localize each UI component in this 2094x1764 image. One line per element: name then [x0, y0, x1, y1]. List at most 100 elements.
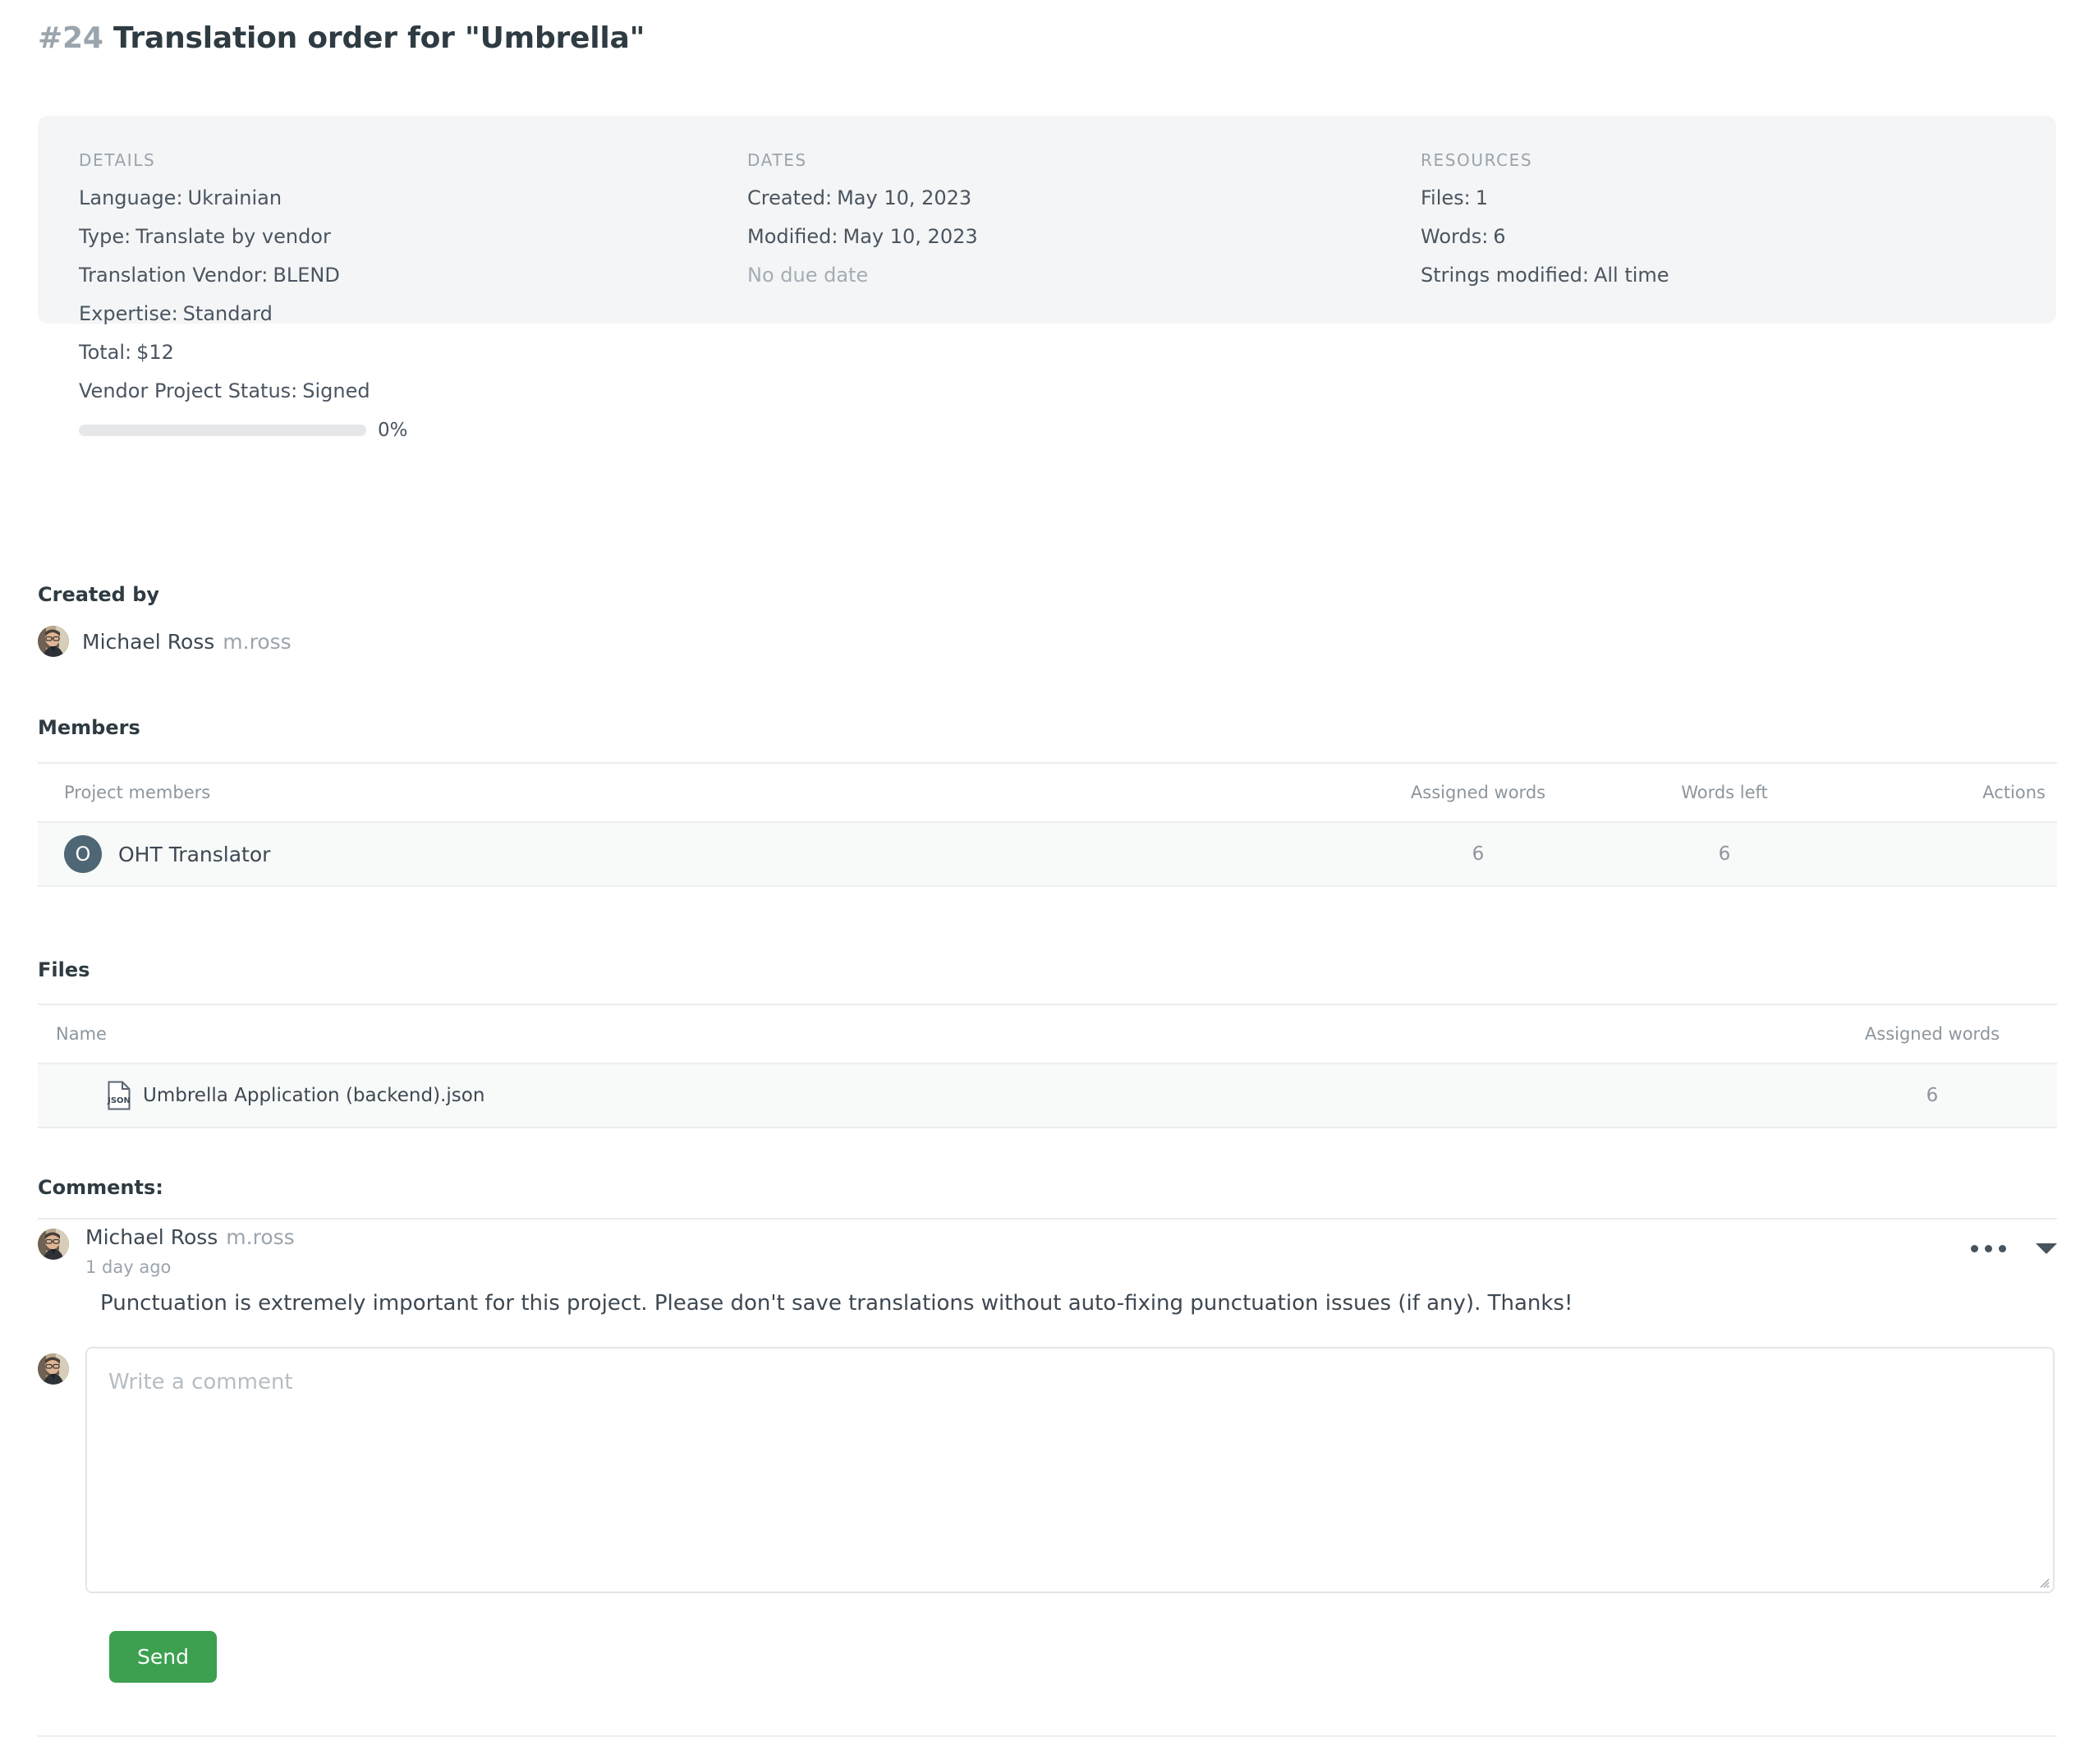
date-modified-key: Modified:: [747, 225, 838, 248]
members-col-assigned-words: Assigned words: [1410, 783, 1546, 802]
progress-bar: [79, 425, 366, 436]
files-col-name: Name: [56, 1024, 107, 1044]
date-created: Created: May 10, 2023: [747, 188, 1385, 208]
resource-words-key: Words:: [1421, 225, 1489, 248]
comment-input-placeholder: Write a comment: [108, 1370, 293, 1394]
detail-vendor-value: BLEND: [273, 264, 340, 287]
avatar: [38, 1229, 69, 1260]
avatar-photo-icon: [38, 1229, 69, 1260]
ellipsis-icon[interactable]: [1971, 1245, 2006, 1252]
resources-column: RESOURCES Files: 1 Words: 6 Strings modifi…: [1385, 116, 2056, 324]
no-due-date: No due date: [747, 264, 869, 287]
detail-expertise-key: Expertise:: [79, 302, 178, 325]
detail-vendor-project-status: Vendor Project Status: Signed: [79, 381, 711, 401]
date-created-key: Created:: [747, 186, 833, 209]
send-button[interactable]: Send: [109, 1631, 217, 1683]
avatar: [38, 1353, 69, 1385]
comments-label: Comments:: [38, 1176, 163, 1199]
dates-column: DATES Created: May 10, 2023 Modified: May …: [711, 116, 1385, 324]
json-file-icon: JSON: [107, 1081, 131, 1110]
comment-meta: Michael Ross m.ross 1 day ago: [85, 1225, 295, 1277]
file-assigned-words: 6: [1926, 1085, 1939, 1106]
resize-handle-icon[interactable]: [2038, 1577, 2050, 1588]
avatar-photo-icon: [38, 1353, 69, 1385]
comment-text: Punctuation is extremely important for t…: [100, 1291, 1573, 1316]
page-title: #24 Translation order for "Umbrella": [38, 21, 645, 55]
detail-vendor-project-status-key: Vendor Project Status:: [79, 379, 298, 402]
comment-author-handle: m.ross: [226, 1225, 295, 1249]
member-cell-name: O OHT Translator: [38, 835, 1355, 873]
detail-expertise-value: Standard: [182, 302, 273, 325]
chevron-down-icon[interactable]: [2036, 1243, 2057, 1254]
detail-expertise: Expertise: Standard: [79, 304, 711, 324]
progress-row: 0%: [79, 420, 711, 441]
page-bottom-divider: [38, 1735, 2057, 1737]
members-table: Project members Assigned words Words lef…: [38, 762, 2057, 887]
detail-type-value: Translate by vendor: [135, 225, 331, 248]
comment-item: Michael Ross m.ross 1 day ago Punctuation…: [38, 1225, 2057, 1317]
avatar-photo-icon: [38, 626, 69, 657]
detail-vendor-key: Translation Vendor:: [79, 264, 269, 287]
detail-total: Total: $12: [79, 342, 711, 362]
detail-total-value: $12: [136, 341, 174, 364]
member-words-left: 6: [1718, 843, 1731, 865]
resource-files: Files: 1: [1421, 188, 2056, 208]
members-label: Members: [38, 716, 140, 739]
order-title: Translation order for "Umbrella": [113, 21, 645, 55]
member-initial-avatar: O: [64, 835, 102, 873]
avatar: [38, 626, 69, 657]
files-col-assigned-words: Assigned words: [1864, 1024, 2000, 1044]
members-col-actions: Actions: [1982, 783, 2046, 802]
date-created-value: May 10, 2023: [837, 186, 972, 209]
resource-files-key: Files:: [1421, 186, 1471, 209]
resources-heading: RESOURCES: [1421, 150, 1533, 170]
files-table: Name Assigned words JSON Umbrella Applic…: [38, 1004, 2057, 1128]
svg-text:JSON: JSON: [107, 1096, 131, 1105]
order-info-panel: DETAILS Language: Ukrainian Type: Translat…: [38, 116, 2056, 441]
table-row[interactable]: JSON Umbrella Application (backend).json…: [38, 1064, 2057, 1128]
members-table-header: Project members Assigned words Words lef…: [38, 762, 2057, 823]
comment-author-name: Michael Ross: [85, 1225, 218, 1249]
date-modified-value: May 10, 2023: [843, 225, 978, 248]
details-column: DETAILS Language: Ukrainian Type: Translat…: [38, 116, 711, 441]
progress-percent-label: 0%: [378, 420, 408, 441]
member-assigned-words: 6: [1472, 843, 1485, 865]
created-by-handle: m.ross: [223, 629, 292, 654]
file-name[interactable]: Umbrella Application (backend).json: [143, 1085, 484, 1106]
created-by-label: Created by: [38, 583, 160, 606]
order-number: #24: [38, 21, 103, 55]
files-table-header: Name Assigned words: [38, 1004, 2057, 1064]
comment-composer: Write a comment: [38, 1347, 2057, 1593]
detail-vendor-project-status-value: Signed: [302, 379, 370, 402]
created-by-name: Michael Ross: [82, 629, 215, 654]
created-by-user[interactable]: Michael Ross m.ross: [38, 626, 292, 657]
detail-language-key: Language:: [79, 186, 183, 209]
resource-strings-modified-value: All time: [1593, 264, 1669, 287]
detail-type: Type: Translate by vendor: [79, 227, 711, 246]
files-label: Files: [38, 958, 90, 981]
table-row[interactable]: O OHT Translator 6 6: [38, 823, 2057, 887]
detail-vendor: Translation Vendor: BLEND: [79, 265, 711, 285]
comment-timestamp: 1 day ago: [85, 1257, 172, 1277]
detail-language: Language: Ukrainian: [79, 188, 711, 208]
resource-files-value: 1: [1475, 186, 1489, 209]
members-col-project-members: Project members: [64, 783, 211, 802]
comment-header: Michael Ross m.ross 1 day ago: [38, 1225, 2057, 1277]
details-heading: DETAILS: [79, 150, 156, 170]
order-detail-page: #24 Translation order for "Umbrella" DET…: [0, 0, 2094, 1764]
file-cell-name: JSON Umbrella Application (backend).json: [38, 1081, 1807, 1110]
detail-type-key: Type:: [79, 225, 131, 248]
dates-heading: DATES: [747, 150, 807, 170]
resource-words-value: 6: [1493, 225, 1506, 248]
resource-strings-modified: Strings modified: All time: [1421, 265, 2056, 285]
member-name: OHT Translator: [118, 842, 271, 866]
detail-total-key: Total:: [79, 341, 132, 364]
members-col-words-left: Words left: [1681, 783, 1768, 802]
resource-strings-modified-key: Strings modified:: [1421, 264, 1589, 287]
comment-input-wrapper[interactable]: Write a comment: [85, 1347, 2055, 1593]
resource-words: Words: 6: [1421, 227, 2056, 246]
date-modified: Modified: May 10, 2023: [747, 227, 1385, 246]
detail-language-value: Ukrainian: [187, 186, 282, 209]
comments-divider: [38, 1218, 2057, 1220]
comment-actions: [1971, 1243, 2057, 1254]
